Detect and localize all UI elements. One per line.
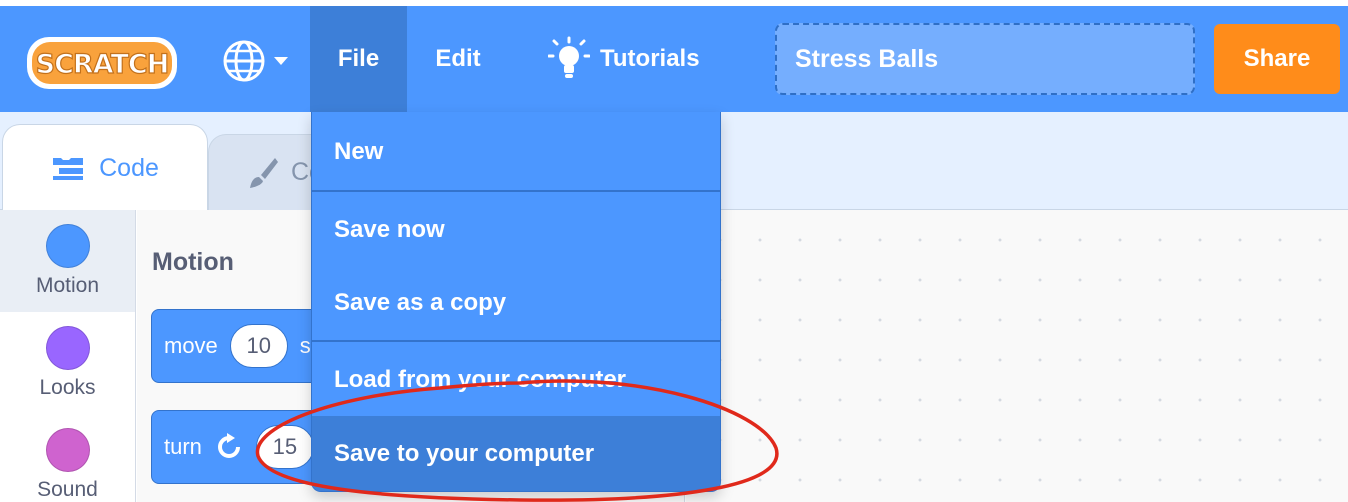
- menu-item-new[interactable]: New: [312, 114, 720, 189]
- category-label: Motion: [35, 274, 100, 297]
- menu-item-label: Save now: [334, 215, 445, 243]
- menu-bar: SCRATCH File Edit Tutorials Stress Balls…: [0, 6, 1348, 112]
- category-looks[interactable]: Looks: [0, 312, 135, 414]
- menu-item-label: New: [334, 137, 384, 165]
- language-menu[interactable]: [222, 36, 300, 86]
- project-title-input[interactable]: [775, 23, 1195, 95]
- block-label: turn: [164, 434, 202, 459]
- menu-item-label: Save as a copy: [334, 288, 507, 316]
- tutorials-label: Tutorials: [600, 45, 700, 72]
- category-menu: Motion Looks Sound: [0, 210, 136, 502]
- menu-item-save-as-copy[interactable]: Save as a copy: [312, 265, 720, 340]
- category-motion[interactable]: Motion: [0, 210, 135, 312]
- category-dot-looks: [45, 326, 90, 370]
- lightbulb-icon: [548, 36, 590, 78]
- share-label: Share: [1243, 45, 1311, 72]
- block-label: move: [164, 333, 218, 358]
- share-button[interactable]: Share: [1214, 24, 1340, 94]
- menu-item-label: Load from your computer: [334, 365, 627, 393]
- svg-text:SCRATCH: SCRATCH: [36, 49, 169, 80]
- file-menu-button[interactable]: File: [310, 6, 407, 112]
- tutorials-button[interactable]: Tutorials: [548, 6, 728, 112]
- edit-menu-button[interactable]: Edit: [418, 6, 498, 112]
- caret-down-icon: [274, 57, 288, 65]
- edit-menu-label: Edit: [435, 45, 481, 72]
- menu-item-save-now[interactable]: Save now: [312, 192, 720, 267]
- palette-heading: Motion: [152, 248, 234, 276]
- degrees-input[interactable]: 15: [255, 425, 314, 469]
- steps-input[interactable]: 10: [229, 324, 288, 368]
- file-menu-label: File: [337, 45, 380, 72]
- script-workspace[interactable]: [686, 210, 1348, 502]
- tab-code[interactable]: Code: [2, 124, 208, 211]
- file-dropdown-menu: New Save now Save as a copy Load from yo…: [311, 112, 721, 492]
- code-blocks-icon: [53, 158, 84, 180]
- category-label: Looks: [39, 376, 96, 399]
- globe-icon: [223, 40, 265, 82]
- scratch-logo[interactable]: SCRATCH: [26, 34, 178, 92]
- category-label: Sound: [37, 478, 98, 501]
- tab-code-label: Code: [99, 153, 159, 182]
- menu-item-save-to-computer[interactable]: Save to your computer: [312, 416, 720, 491]
- category-sound[interactable]: Sound: [0, 414, 135, 502]
- category-dot-motion: [45, 224, 90, 268]
- category-dot-sound: [45, 428, 90, 472]
- menu-item-label: Save to your computer: [334, 439, 595, 467]
- rotate-clockwise-icon: [217, 433, 240, 458]
- menu-item-load-from-computer[interactable]: Load from your computer: [312, 342, 720, 417]
- brush-icon: [250, 157, 278, 188]
